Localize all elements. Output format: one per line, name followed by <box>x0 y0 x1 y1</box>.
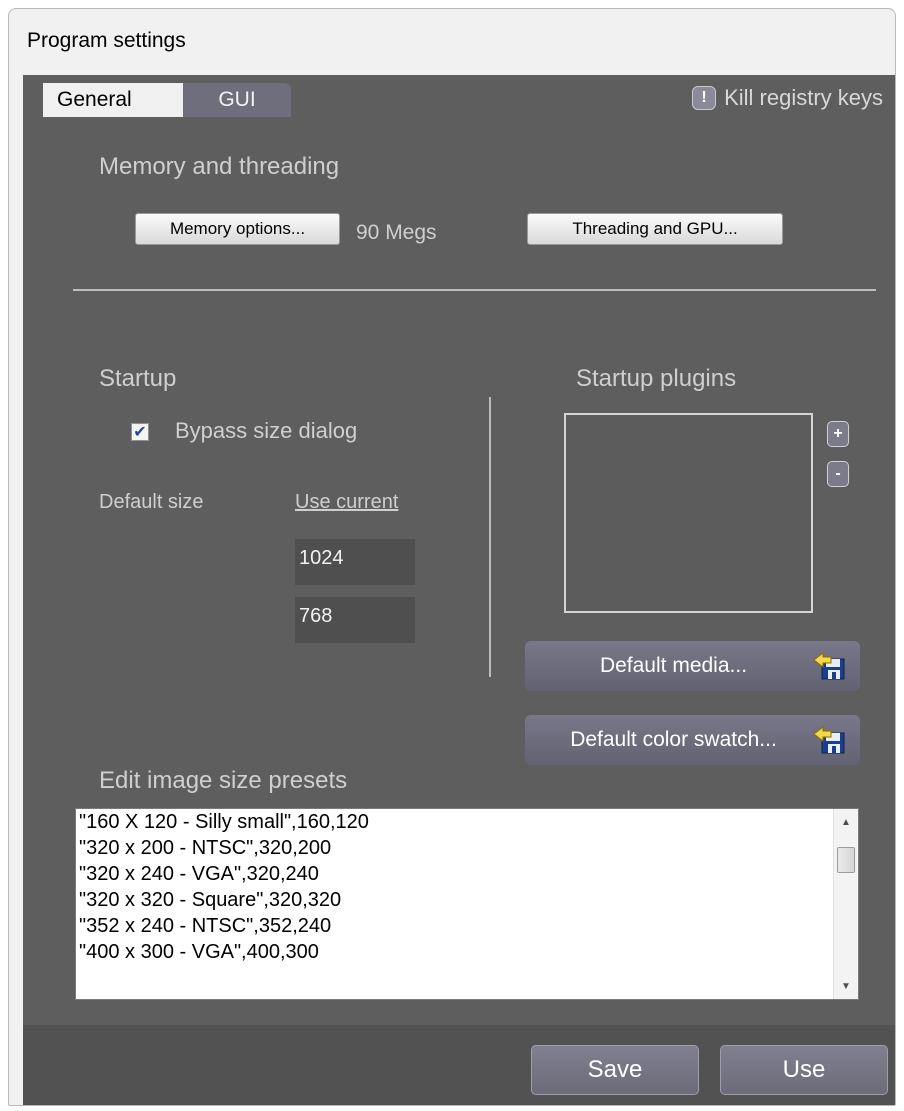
memory-threading-title: Memory and threading <box>99 153 340 180</box>
memory-value: 90 Megs <box>356 221 437 244</box>
kill-registry-keys-label: Kill registry keys <box>724 85 883 110</box>
scroll-down-icon[interactable]: ▼ <box>834 975 858 997</box>
remove-plugin-button[interactable]: - <box>827 461 849 487</box>
preset-row: "160 X 120 - Silly small",160,120 <box>79 811 369 833</box>
default-width-field[interactable]: 1024 <box>295 539 415 585</box>
presets-scrollbar[interactable]: ▲ ▼ <box>833 809 858 999</box>
presets-textarea[interactable]: "160 X 120 - Silly small",160,120 "320 x… <box>75 808 859 1000</box>
preset-row: "400 x 300 - VGA",400,300 <box>79 941 319 963</box>
threading-gpu-button[interactable]: Threading and GPU... <box>527 213 783 245</box>
preset-row: "320 x 240 - VGA",320,240 <box>79 863 319 885</box>
section-divider <box>73 289 876 291</box>
plus-icon: + <box>833 425 843 442</box>
window-title: Program settings <box>27 29 186 52</box>
preset-row: "320 x 200 - NTSC",320,200 <box>79 837 332 859</box>
default-height-field[interactable]: 768 <box>295 597 415 643</box>
default-color-swatch-button[interactable]: Default color swatch... <box>525 715 860 765</box>
preset-row: "352 x 240 - NTSC",352,240 <box>79 915 332 937</box>
preset-row: "320 x 320 - Square",320,320 <box>79 889 342 911</box>
save-button[interactable]: Save <box>531 1045 699 1095</box>
default-media-label: Default media... <box>599 654 748 677</box>
settings-panel: GUI General ! Kill registry keys Memory … <box>23 75 895 1105</box>
program-settings-window: Program settings GUI General ! Kill regi… <box>8 8 896 1106</box>
scroll-thumb[interactable] <box>837 847 855 873</box>
exclamation-icon: ! <box>692 86 717 110</box>
tab-general[interactable]: General <box>43 83 183 117</box>
add-plugin-button[interactable]: + <box>827 421 849 447</box>
bypass-size-label: Bypass size dialog <box>175 418 358 443</box>
presets-title: Edit image size presets <box>99 767 348 794</box>
startup-divider <box>489 397 491 677</box>
default-color-swatch-label: Default color swatch... <box>570 728 777 751</box>
bypass-size-checkbox[interactable]: ✔ <box>131 423 149 441</box>
startup-plugins-title: Startup plugins <box>576 365 737 392</box>
memory-options-button[interactable]: Memory options... <box>135 213 340 245</box>
default-media-button[interactable]: Default media... <box>525 641 860 691</box>
startup-title: Startup <box>99 365 177 392</box>
scroll-up-icon[interactable]: ▲ <box>834 811 858 833</box>
kill-registry-keys-button[interactable]: ! Kill registry keys <box>692 85 883 111</box>
startup-plugins-list[interactable] <box>564 413 813 613</box>
open-folder-icon <box>813 725 845 754</box>
footer-bar: Save Use <box>23 1025 895 1105</box>
open-folder-icon <box>813 651 845 680</box>
tab-bar: GUI General ! Kill registry keys <box>23 75 895 117</box>
use-current-link[interactable]: Use current <box>295 491 398 514</box>
default-size-label: Default size <box>99 491 204 513</box>
use-button[interactable]: Use <box>720 1045 888 1095</box>
minus-icon: - <box>835 465 841 482</box>
